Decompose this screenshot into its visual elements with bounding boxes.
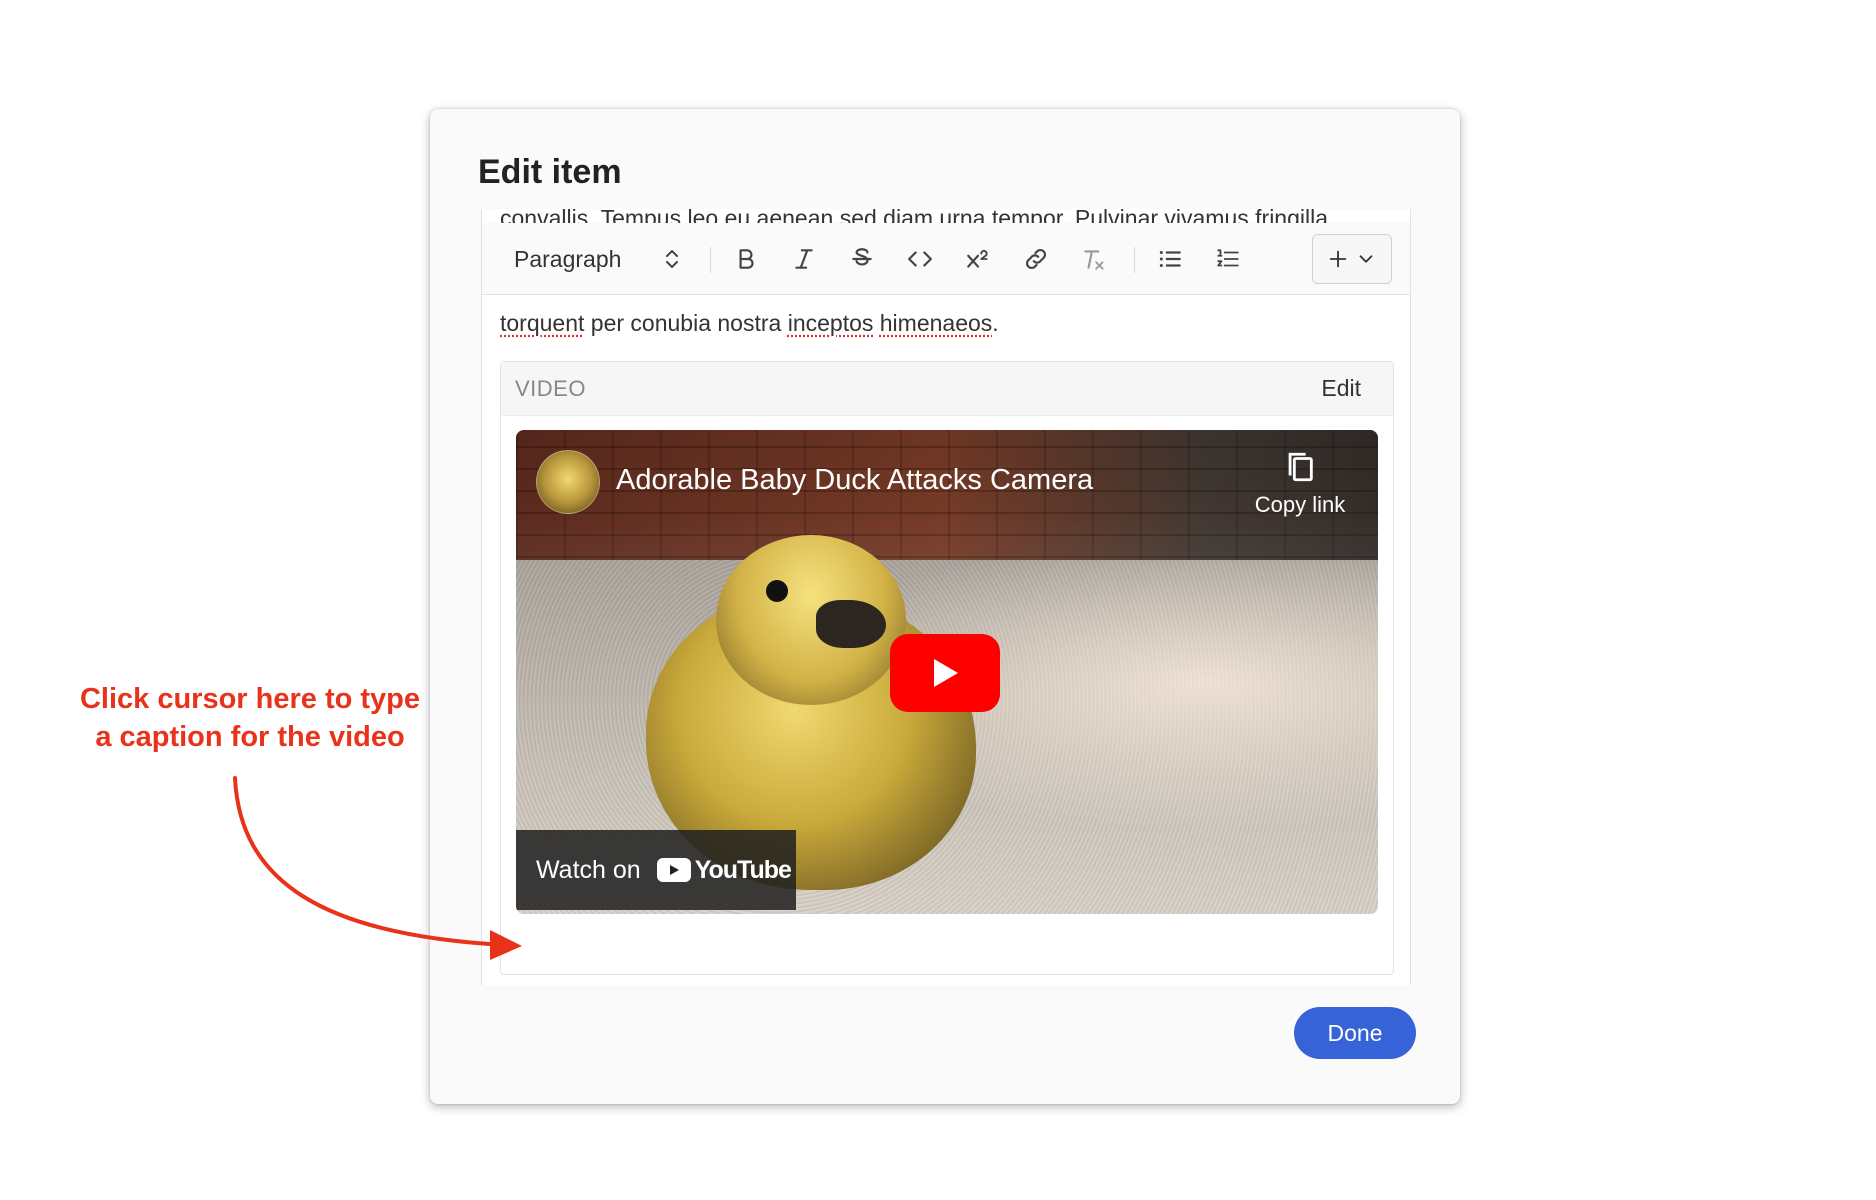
play-button[interactable]	[890, 634, 1000, 712]
strikethrough-icon	[852, 248, 872, 266]
superscript-button[interactable]	[956, 239, 1000, 279]
toolbar-divider	[1134, 247, 1135, 273]
rich-text-editor[interactable]: convallis. Tempus leo eu aenean sed diam…	[481, 209, 1411, 985]
dialog-title: Edit item	[478, 153, 622, 191]
paragraph-text[interactable]: torquent per conubia nostra inceptos him…	[500, 310, 999, 337]
video-edit-button[interactable]: Edit	[1321, 375, 1361, 402]
play-icon	[934, 659, 958, 687]
watch-on-label: Watch on	[536, 855, 641, 884]
toolbar-divider	[710, 247, 711, 273]
numbered-list-button[interactable]	[1206, 239, 1250, 279]
misspelled-word: torquent	[500, 310, 585, 336]
youtube-player[interactable]: Adorable Baby Duck Attacks Camera Copy l…	[516, 430, 1378, 914]
italic-button[interactable]	[782, 239, 826, 279]
copy-link-label: Copy link	[1254, 492, 1346, 517]
copy-icon	[1288, 452, 1313, 482]
misspelled-word: himenaeos	[879, 310, 993, 336]
instruction-annotation: Click cursor here to type a caption for …	[30, 680, 470, 756]
clear-format-icon	[1084, 250, 1104, 270]
clear-format-button[interactable]	[1072, 239, 1116, 279]
video-block-header: VIDEO Edit	[501, 362, 1393, 416]
paragraph-segment: .	[992, 310, 999, 336]
superscript-icon	[967, 250, 988, 268]
block-type-label: Paragraph	[514, 245, 622, 272]
editor-toolbar: Paragraph	[482, 223, 1410, 295]
strikethrough-button[interactable]	[840, 239, 884, 279]
annotation-line-1: Click cursor here to type	[79, 683, 421, 715]
video-caption-input[interactable]	[516, 922, 1378, 968]
watch-on-youtube-button[interactable]: Watch on YouTube	[516, 830, 796, 910]
bold-button[interactable]	[724, 239, 768, 279]
plus-icon	[1329, 250, 1347, 268]
done-button[interactable]: Done	[1294, 1007, 1416, 1059]
screen: Edit item convallis. Tempus leo eu aenea…	[0, 0, 1876, 1200]
insert-menu-button[interactable]	[1312, 234, 1392, 284]
video-title-bar: Adorable Baby Duck Attacks Camera Copy l…	[516, 430, 1378, 540]
bold-icon	[739, 249, 754, 269]
youtube-play-icon	[656, 858, 691, 882]
block-type-select[interactable]: Paragraph	[502, 237, 692, 281]
italic-icon	[795, 249, 813, 269]
link-button[interactable]	[1014, 239, 1058, 279]
duckling-eye-image	[766, 580, 788, 602]
chevron-down-icon	[1359, 255, 1373, 263]
bullet-list-button[interactable]	[1148, 239, 1192, 279]
youtube-logo: YouTube	[656, 855, 792, 885]
link-icon	[1026, 249, 1046, 269]
code-button[interactable]	[898, 239, 942, 279]
youtube-wordmark: YouTube	[694, 855, 792, 884]
video-block-label: VIDEO	[515, 375, 586, 401]
annotation-line-2: a caption for the video	[95, 721, 405, 753]
chevron-up-down-icon	[666, 250, 678, 268]
misspelled-word: inceptos	[787, 310, 874, 336]
paragraph-segment: per conubia nostra	[584, 310, 788, 336]
copy-link-button[interactable]: Copy link	[1240, 450, 1360, 530]
video-embed-block: VIDEO Edit Adorable Baby Duck Attacks Ca…	[500, 361, 1394, 975]
channel-avatar[interactable]	[536, 450, 600, 514]
code-icon	[908, 251, 932, 267]
video-title[interactable]: Adorable Baby Duck Attacks Camera	[616, 464, 1093, 497]
bullet-list-icon	[1159, 250, 1181, 268]
duckling-bill-image	[816, 600, 886, 648]
edit-item-dialog: Edit item convallis. Tempus leo eu aenea…	[430, 109, 1460, 1104]
numbered-list-icon	[1217, 249, 1239, 267]
